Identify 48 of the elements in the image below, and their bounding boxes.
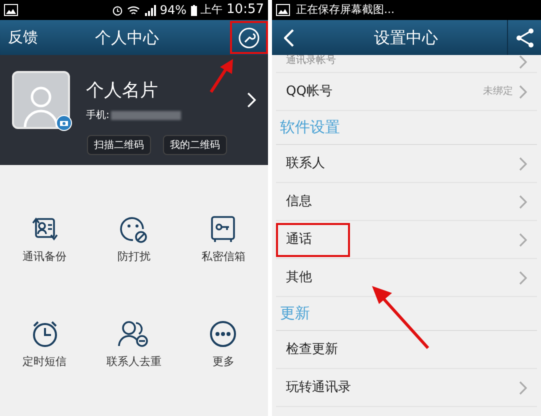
blocked-face-icon <box>118 215 149 243</box>
signal-icon <box>144 4 156 16</box>
settings-row[interactable]: QQ帐号 未绑定 <box>276 73 537 111</box>
row-value: 未绑定 <box>483 84 513 99</box>
arrow-annotation <box>370 285 432 351</box>
alarm-clock-icon <box>112 4 123 16</box>
camera-icon <box>56 115 72 131</box>
tool-button[interactable]: 更多 <box>178 320 268 370</box>
clock-time: 10:57 <box>226 1 264 20</box>
tool-button[interactable]: 联系人去重 <box>89 320 179 370</box>
back-icon <box>284 28 294 46</box>
more-dots-icon <box>209 320 238 348</box>
battery-icon <box>190 4 197 16</box>
screen-title: 个人中心 <box>95 26 159 48</box>
chevron-icon <box>247 92 256 108</box>
wifi-icon <box>126 4 140 16</box>
battery-percent: 94% <box>160 2 187 19</box>
blurred-phone-number <box>111 111 182 120</box>
phone-label: 手机: <box>86 108 110 123</box>
qr-code-button[interactable]: 我的二维码 <box>163 135 227 155</box>
settings-row[interactable]: 玩转通讯录 <box>276 369 537 407</box>
profile-name: 个人名片 <box>86 79 159 103</box>
image-icon <box>276 4 290 16</box>
tool-button[interactable]: 防打扰 <box>89 215 179 266</box>
alarm-clock-icon <box>30 320 59 348</box>
feedback-link[interactable]: 反馈 <box>0 26 46 49</box>
image-icon <box>4 4 18 16</box>
settings-row[interactable]: 信息 <box>276 183 537 221</box>
share-icon <box>516 28 534 48</box>
section-heading: 更新 <box>279 302 311 324</box>
tool-button[interactable]: 私密信箱 <box>178 215 268 266</box>
time-period: 上午 <box>200 2 223 18</box>
contact-card-icon <box>30 215 60 243</box>
section-heading: 软件设置 <box>279 116 341 138</box>
arrow-annotation <box>208 58 236 94</box>
settings-button[interactable] <box>230 21 268 54</box>
tool-button[interactable]: 通讯备份 <box>0 215 90 266</box>
settings-row[interactable]: 通话 <box>276 221 537 259</box>
screenshot-notice: 正在保存屏幕截图... <box>296 2 394 18</box>
safe-key-icon <box>210 215 236 243</box>
wrench-icon <box>238 26 260 48</box>
settings-row[interactable]: 检查更新 <box>276 331 537 369</box>
screen-title: 设置中心 <box>374 26 438 48</box>
people-minus-icon <box>118 320 150 348</box>
tool-button[interactable]: 定时短信 <box>0 320 90 370</box>
settings-row[interactable]: 联系人 <box>276 145 537 183</box>
qr-code-button[interactable]: 扫描二维码 <box>87 135 151 155</box>
avatar-placeholder[interactable] <box>12 71 70 129</box>
